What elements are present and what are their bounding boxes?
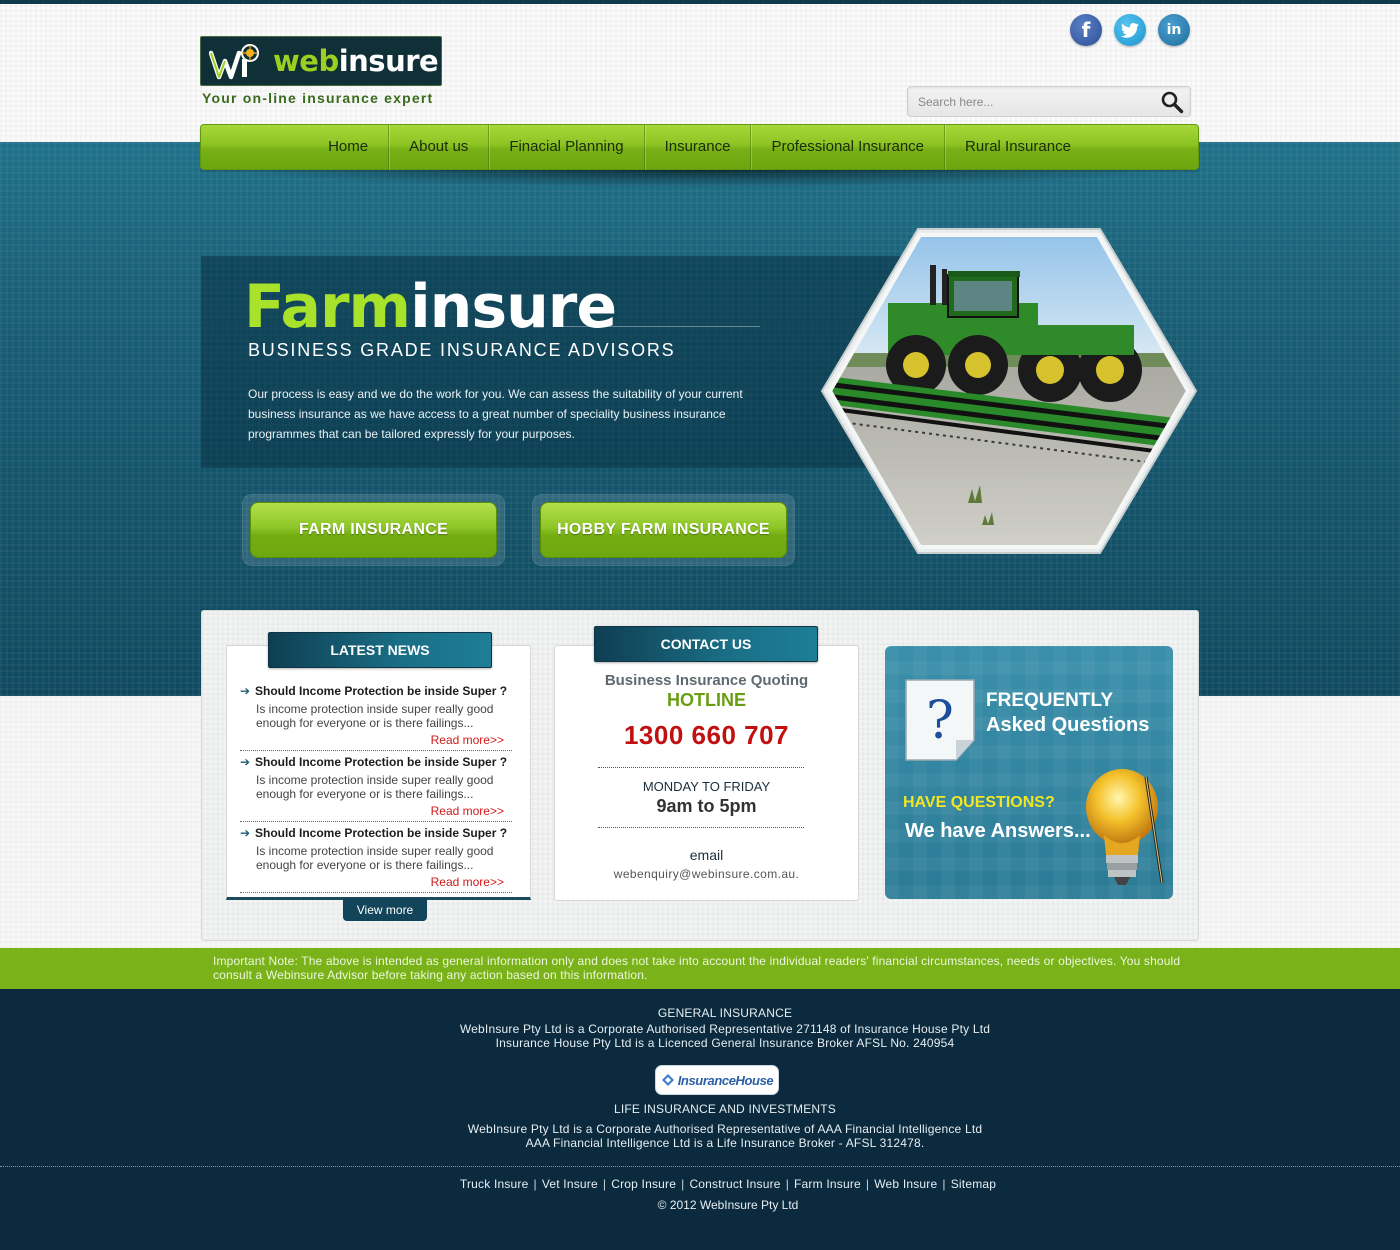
nav-item-about[interactable]: About us	[389, 124, 490, 170]
question-document-icon: ?	[905, 679, 975, 761]
email-address[interactable]: webenquiry@webinsure.com.au.	[554, 867, 859, 881]
quoting-label: Business Insurance Quoting	[604, 672, 809, 689]
logo-wordmark: webinsure	[273, 44, 439, 78]
news-item-excerpt: Is income protection inside super really…	[256, 773, 494, 801]
arrow-right-icon: ➔	[240, 755, 251, 769]
contact-us-heading: CONTACT US	[594, 626, 818, 662]
footer-divider	[0, 1166, 1400, 1167]
hero-subtitle: BUSINESS GRADE INSURANCE ADVISORS	[248, 340, 676, 360]
footer-general-line2: Insurance House Pty Ltd is a Licenced Ge…	[495, 1036, 955, 1050]
faq-answer-text: We have Answers...	[905, 820, 1091, 842]
news-item-excerpt: Is income protection inside super really…	[256, 844, 494, 872]
news-divider	[240, 821, 512, 822]
footer-links: Truck Insure | Vet Insure | Crop Insure | Cons…	[0, 1177, 1400, 1191]
footer-link-construct-insure[interactable]: Construct Insure	[689, 1177, 780, 1191]
footer-link-sitemap[interactable]: Sitemap	[951, 1177, 996, 1191]
disclaimer-text: Important Note: The above is intended as…	[213, 954, 1181, 982]
read-more-link[interactable]: Read more>>	[240, 875, 512, 889]
footer-link-farm-insure[interactable]: Farm Insure	[794, 1177, 861, 1191]
footer-life-line2: AAA Financial Intelligence Ltd is a Life…	[525, 1136, 925, 1150]
svg-text:?: ?	[926, 691, 954, 751]
search-box	[907, 86, 1191, 117]
link-separator: |	[602, 1177, 607, 1191]
insurance-house-logo-text: InsuranceHouse	[677, 1072, 774, 1088]
news-divider	[240, 892, 512, 893]
business-hours: 9am to 5pm	[656, 796, 757, 816]
search-input[interactable]	[918, 93, 1148, 111]
nav-item-rural-insurance[interactable]: Rural Insurance	[945, 124, 1091, 170]
tractor-photo	[820, 228, 1198, 554]
farm-insurance-button-frame: FARM INSURANCE	[242, 494, 505, 566]
nav-item-home[interactable]: Home	[308, 124, 390, 170]
insurance-house-logo[interactable]: InsuranceHouse	[655, 1065, 779, 1095]
footer-life-line1: WebInsure Pty Ltd is a Corporate Authori…	[467, 1122, 983, 1136]
nav-item-professional-insurance[interactable]: Professional Insurance	[751, 124, 946, 170]
twitter-bird-glyph	[1121, 22, 1139, 38]
hero-title: Farminsure	[244, 272, 617, 342]
news-item-excerpt: Is income protection inside super really…	[256, 702, 494, 730]
view-more-button[interactable]: View more	[343, 898, 427, 921]
footer-life-heading: LIFE INSURANCE AND INVESTMENTS	[613, 1102, 837, 1116]
lightbulb-icon	[1086, 769, 1164, 885]
link-separator: |	[865, 1177, 870, 1191]
footer-link-crop-insure[interactable]: Crop Insure	[611, 1177, 676, 1191]
business-days: MONDAY TO FRIDAY	[642, 779, 771, 794]
arrow-right-icon: ➔	[240, 826, 251, 840]
insurance-house-mark-icon	[661, 1074, 674, 1086]
news-divider	[240, 750, 512, 751]
faq-title-line2: Asked Questions	[986, 714, 1150, 736]
hero-title-rule	[560, 326, 760, 327]
faq-question-text: HAVE QUESTIONS?	[903, 794, 1055, 811]
hotline-phone[interactable]: 1300 660 707	[554, 720, 859, 751]
footer-general-heading: GENERAL INSURANCE	[657, 1006, 793, 1020]
hobby-farm-insurance-button-frame: HOBBY FARM INSURANCE	[532, 494, 795, 566]
contact-divider	[598, 827, 804, 828]
hobby-farm-insurance-button[interactable]: HOBBY FARM INSURANCE	[540, 502, 787, 558]
hotline-label: HOTLINE	[667, 690, 746, 710]
footer-link-truck-insure[interactable]: Truck Insure	[460, 1177, 529, 1191]
nav-item-financial-planning[interactable]: Finacial Planning	[489, 124, 645, 170]
hero-description: Our process is easy and we do the work f…	[248, 387, 743, 441]
footer-copyright: © 2012 WebInsure Pty Ltd	[657, 1198, 799, 1212]
news-item: ➔ Should Income Protection be inside Supe…	[240, 755, 512, 822]
latest-news-heading: LATEST NEWS	[268, 632, 492, 668]
link-separator: |	[785, 1177, 790, 1191]
site-logo[interactable]: webinsure	[200, 36, 442, 86]
contact-divider	[598, 767, 804, 768]
footer-link-vet-insure[interactable]: Vet Insure	[542, 1177, 598, 1191]
facebook-icon[interactable]: f	[1070, 14, 1102, 46]
news-item: ➔ Should Income Protection be inside Supe…	[240, 826, 512, 893]
news-item-title[interactable]: ➔ Should Income Protection be inside Supe…	[240, 684, 512, 698]
news-item: ➔ Should Income Protection be inside Supe…	[240, 684, 512, 751]
site-tagline: Your on-line insurance expert	[202, 90, 434, 106]
nav-shadow	[225, 170, 1175, 188]
main-nav: Home About us Finacial Planning Insuranc…	[200, 124, 1199, 170]
footer-general-line1: WebInsure Pty Ltd is a Corporate Authori…	[459, 1022, 991, 1036]
arrow-right-icon: ➔	[240, 684, 251, 698]
news-item-title[interactable]: ➔ Should Income Protection be inside Supe…	[240, 755, 512, 769]
farm-insurance-button[interactable]: FARM INSURANCE	[250, 502, 497, 558]
link-separator: |	[533, 1177, 537, 1191]
link-separator: |	[942, 1177, 946, 1191]
link-separator: |	[681, 1177, 685, 1191]
email-label: email	[689, 847, 724, 863]
news-item-title[interactable]: ➔ Should Income Protection be inside Supe…	[240, 826, 512, 840]
footer-link-web-insure[interactable]: Web Insure	[874, 1177, 937, 1191]
search-icon[interactable]	[1160, 90, 1184, 114]
read-more-link[interactable]: Read more>>	[240, 733, 512, 747]
logo-wi-icon	[209, 44, 259, 80]
faq-title-line1: FREQUENTLY	[986, 690, 1114, 711]
linkedin-icon[interactable]: in	[1158, 14, 1190, 46]
twitter-icon[interactable]	[1114, 14, 1146, 46]
read-more-link[interactable]: Read more>>	[240, 804, 512, 818]
nav-item-insurance[interactable]: Insurance	[645, 124, 752, 170]
